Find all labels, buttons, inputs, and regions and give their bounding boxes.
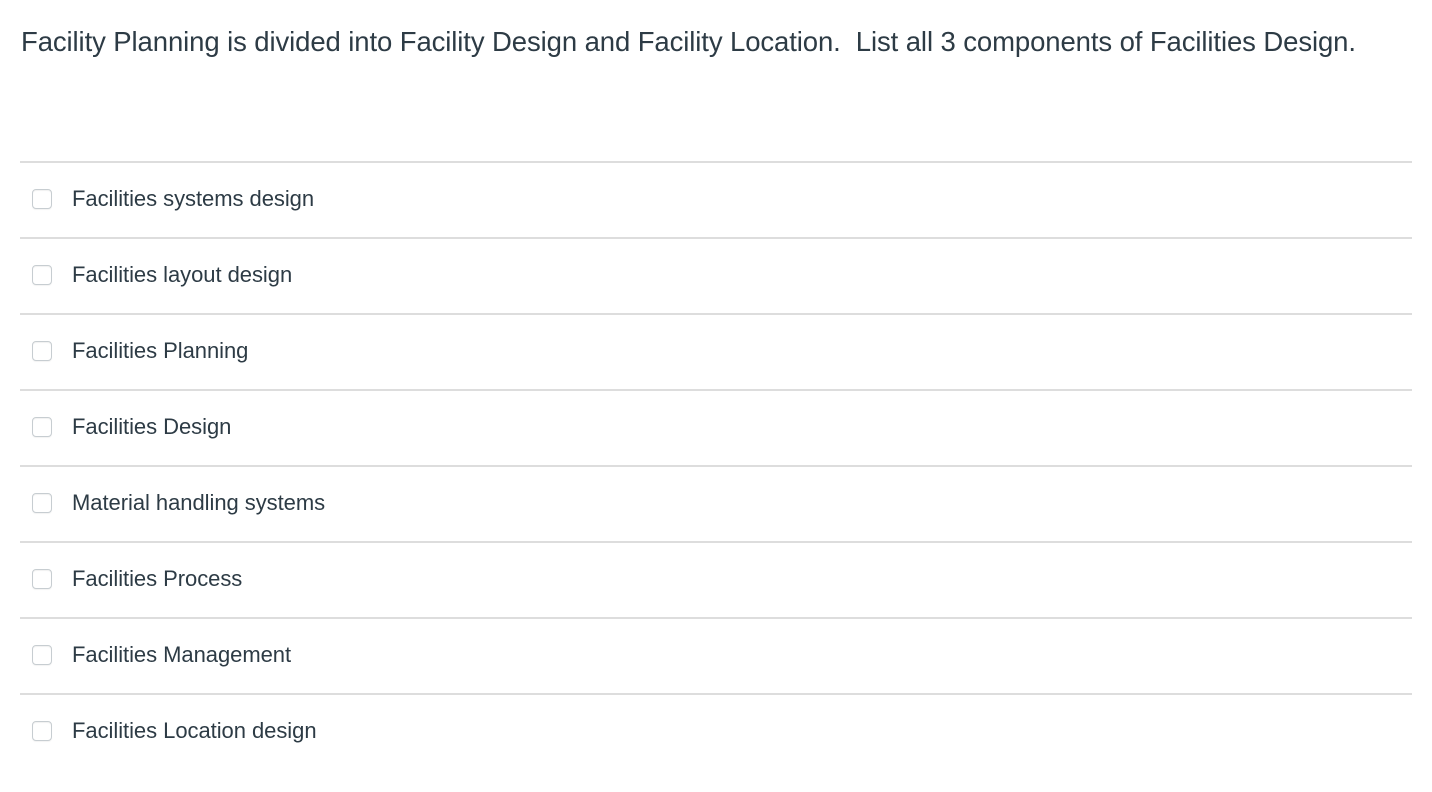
question-text: Facility Planning is divided into Facili… (21, 26, 1356, 57)
answer-row-5[interactable]: Facilities Process (0, 541, 1432, 617)
answer-row-0[interactable]: Facilities systems design (0, 161, 1432, 237)
checkbox-icon[interactable] (32, 341, 52, 361)
answer-option-7[interactable]: Facilities Location design (0, 693, 317, 769)
answer-label: Facilities layout design (72, 262, 293, 287)
answer-row-3[interactable]: Facilities Design (0, 389, 1432, 465)
answer-option-1[interactable]: Facilities layout design (0, 237, 292, 313)
checkbox-icon[interactable] (32, 493, 52, 513)
quiz-question: Facility Planning is divided into Facili… (0, 0, 1432, 792)
answer-label: Facilities Management (72, 642, 292, 667)
answer-option-2[interactable]: Facilities Planning (0, 313, 248, 389)
checkbox-icon[interactable] (32, 645, 52, 665)
answer-options-list: Facilities systems design Facilities lay… (0, 161, 1432, 769)
checkbox-icon[interactable] (32, 569, 52, 589)
answer-label: Facilities Design (72, 414, 232, 439)
answer-option-6[interactable]: Facilities Management (0, 617, 291, 693)
answer-row-7[interactable]: Facilities Location design (0, 693, 1432, 769)
answer-label: Facilities Planning (72, 338, 249, 363)
answer-label: Facilities Process (72, 566, 243, 591)
answer-row-4[interactable]: Material handling systems (0, 465, 1432, 541)
answer-label: Facilities systems design (72, 186, 315, 211)
answer-label: Material handling systems (72, 490, 326, 515)
answer-option-3[interactable]: Facilities Design (0, 389, 231, 465)
answer-row-2[interactable]: Facilities Planning (0, 313, 1432, 389)
checkbox-icon[interactable] (32, 721, 52, 741)
answer-option-4[interactable]: Material handling systems (0, 465, 325, 541)
answer-row-1[interactable]: Facilities layout design (0, 237, 1432, 313)
checkbox-icon[interactable] (32, 417, 52, 437)
checkbox-icon[interactable] (32, 265, 52, 285)
answer-row-6[interactable]: Facilities Management (0, 617, 1432, 693)
answer-option-0[interactable]: Facilities systems design (0, 161, 314, 237)
answer-option-5[interactable]: Facilities Process (0, 541, 242, 617)
answer-label: Facilities Location design (72, 718, 317, 743)
checkbox-icon[interactable] (32, 189, 52, 209)
